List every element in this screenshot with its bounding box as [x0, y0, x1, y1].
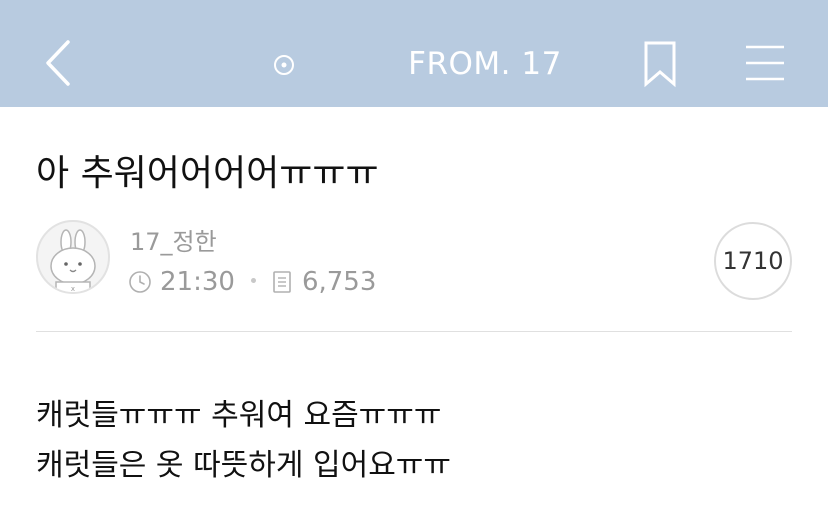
post-body-line: 캐럿들ㅠㅠㅠ 추워여 요즘ㅠㅠㅠ: [36, 398, 442, 433]
meta-separator: [250, 277, 256, 283]
author-name[interactable]: 17_정한: [130, 226, 217, 258]
page-title: FROM. 17: [408, 46, 562, 82]
rabbit-avatar-icon: x: [50, 229, 96, 292]
view-count: 6,753: [301, 267, 377, 297]
count-badge-button[interactable]: 1710: [714, 222, 792, 300]
document-icon: [273, 271, 291, 293]
menu-button[interactable]: [742, 42, 788, 86]
post-title: 아 추워어어어어ㅠㅠㅠ: [36, 153, 379, 194]
clock-icon: [129, 271, 151, 293]
post-time: 21:30: [160, 267, 235, 297]
avatar[interactable]: x: [36, 220, 110, 294]
chevron-left-icon: [46, 40, 70, 86]
svg-text:x: x: [71, 285, 75, 292]
hamburger-menu-icon: [746, 45, 784, 81]
bookmark-icon: [644, 41, 676, 88]
post-body-line: 캐럿들은 옷 따뜻하게 입어요ㅠㅠ: [36, 448, 452, 483]
top-bar: FROM. 17: [0, 0, 828, 107]
circle-dot-icon: [274, 55, 294, 75]
post-meta: 21:30 6,753: [128, 264, 376, 300]
bookmark-button[interactable]: [640, 40, 680, 88]
back-button[interactable]: [40, 36, 80, 90]
divider: [36, 331, 792, 332]
